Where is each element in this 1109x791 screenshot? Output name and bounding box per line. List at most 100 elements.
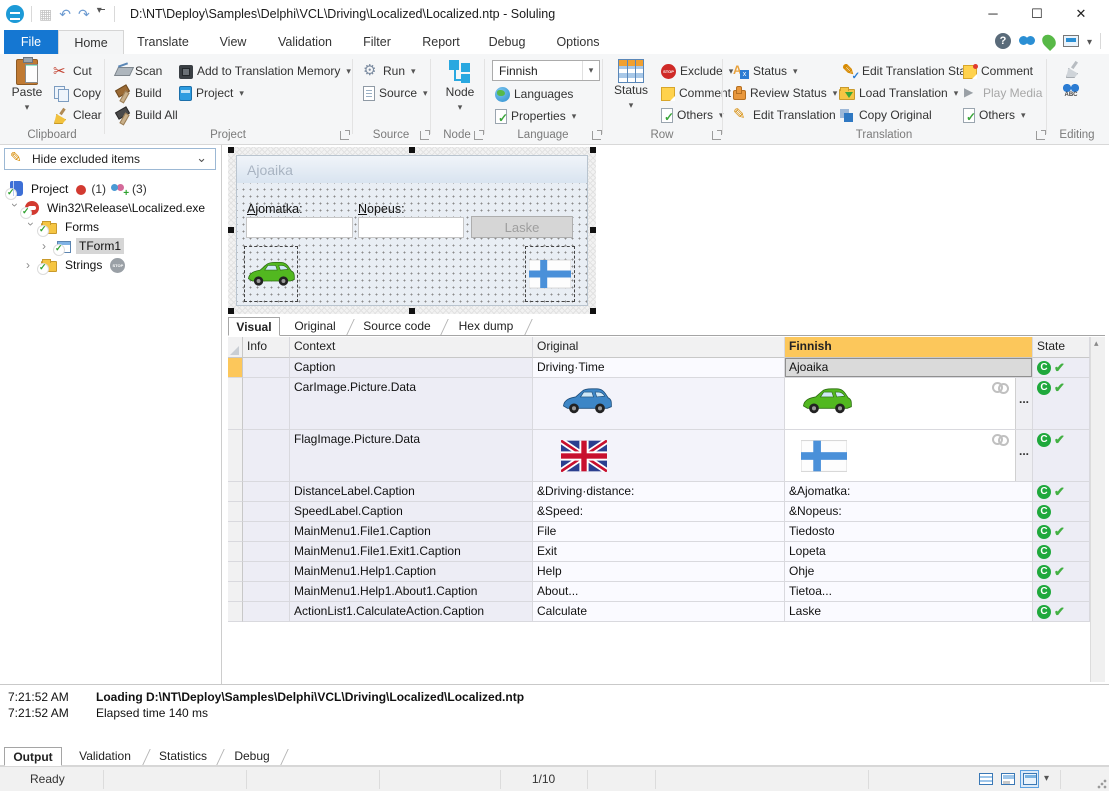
cell-original[interactable]: &Driving·distance:	[533, 482, 785, 502]
close-button[interactable]: ✕	[1059, 0, 1103, 28]
tab-home[interactable]: Home	[58, 30, 124, 54]
cell-original[interactable]: File	[533, 522, 785, 542]
column-header-original[interactable]: Original	[533, 337, 785, 358]
grid-view-button[interactable]	[976, 770, 995, 788]
table-row[interactable]: SpeedLabel.Caption &Speed: &Nopeus: C	[228, 502, 1090, 522]
cell-state[interactable]: C ✔	[1033, 562, 1090, 582]
tab-translate[interactable]: Translate	[124, 30, 202, 54]
tab-debug[interactable]: Debug	[474, 30, 540, 54]
build-button[interactable]: Build	[112, 83, 165, 103]
copy-button[interactable]: Copy	[50, 83, 104, 103]
cell-state[interactable]: C ✔	[1033, 358, 1090, 378]
tab-source-code[interactable]: Source code	[354, 317, 440, 336]
cell-info[interactable]	[243, 482, 290, 502]
minimize-button[interactable]: ─	[971, 0, 1015, 28]
tab-original[interactable]: Original	[284, 317, 346, 336]
table-row[interactable]: CarImage.Picture.Data ... C ✔	[228, 378, 1090, 430]
build-all-button[interactable]: Build All	[112, 105, 181, 125]
help-icon[interactable]: ?	[994, 33, 1011, 49]
row-indicator[interactable]	[228, 482, 243, 502]
edit-translation-button[interactable]: Edit Translation	[730, 105, 839, 125]
tab-hex-dump[interactable]: Hex dump	[448, 317, 524, 336]
tab-debug[interactable]: Debug	[224, 747, 280, 766]
customize-quick-access-icon[interactable]	[97, 5, 107, 19]
car-image-preview[interactable]	[244, 246, 298, 302]
chevron-expanded-icon[interactable]: ›	[24, 222, 38, 232]
resize-handle[interactable]	[228, 227, 234, 233]
cell-state[interactable]: C	[1033, 582, 1090, 602]
maximize-button[interactable]: ☐	[1015, 0, 1059, 28]
cut-button[interactable]: Cut	[50, 61, 95, 81]
cell-info[interactable]	[243, 358, 290, 378]
tree-item-forms[interactable]: › Forms	[24, 217, 102, 236]
tree-item-strings[interactable]: › Strings	[26, 255, 126, 274]
grid-corner[interactable]	[228, 337, 243, 358]
review-status-button[interactable]: Review Status	[730, 83, 840, 103]
tab-file[interactable]: File	[4, 30, 58, 54]
tab-options[interactable]: Options	[540, 30, 616, 54]
cell-state[interactable]: C ✔	[1033, 378, 1090, 430]
dialog-launcher-icon[interactable]	[474, 130, 484, 140]
clear-button[interactable]: Clear	[50, 105, 105, 125]
row-indicator[interactable]	[228, 522, 243, 542]
cell-translation[interactable]: Ajoaika	[785, 358, 1033, 378]
row-status-button[interactable]: Status	[608, 59, 654, 111]
cell-original[interactable]: About...	[533, 582, 785, 602]
language-select[interactable]: Finnish	[492, 60, 600, 81]
translation-others-button[interactable]: Others	[960, 105, 1029, 125]
row-indicator[interactable]	[228, 582, 243, 602]
tab-validation[interactable]: Validation	[68, 747, 142, 766]
table-row[interactable]: MainMenu1.Help1.Caption Help Ohje C ✔	[228, 562, 1090, 582]
save-icon[interactable]: ▦	[39, 6, 52, 22]
row-indicator[interactable]	[228, 602, 243, 622]
source-button[interactable]: Source	[360, 83, 431, 103]
node-button[interactable]: Node	[438, 59, 482, 113]
cell-context[interactable]: DistanceLabel.Caption	[290, 482, 533, 502]
cell-context[interactable]: Caption	[290, 358, 533, 378]
cell-original[interactable]: Help	[533, 562, 785, 582]
dialog-launcher-icon[interactable]	[712, 130, 722, 140]
tab-statistics[interactable]: Statistics	[150, 747, 216, 766]
cell-translation-image[interactable]: ...	[785, 378, 1033, 430]
form-view-button[interactable]	[1020, 770, 1039, 788]
cell-context[interactable]: MainMenu1.File1.Caption	[290, 522, 533, 542]
resize-handle[interactable]	[590, 227, 596, 233]
card-view-button[interactable]	[998, 770, 1017, 788]
chevron-down-icon[interactable]	[1087, 34, 1092, 48]
cell-info[interactable]	[243, 430, 290, 482]
row-indicator[interactable]	[228, 502, 243, 522]
cell-context[interactable]: ActionList1.CalculateAction.Caption	[290, 602, 533, 622]
cell-info[interactable]	[243, 602, 290, 622]
clear-translations-button[interactable]	[1062, 59, 1084, 79]
edit-translation-state-button[interactable]: Edit Translation State	[836, 61, 979, 82]
location-pin-icon[interactable]	[1039, 31, 1059, 51]
cell-state[interactable]: C ✔	[1033, 482, 1090, 502]
tab-report[interactable]: Report	[408, 30, 474, 54]
spell-check-button[interactable]	[1058, 83, 1084, 103]
cell-translation[interactable]: &Nopeus:	[785, 502, 1033, 522]
table-row[interactable]: ActionList1.CalculateAction.Caption Calc…	[228, 602, 1090, 622]
cell-original-image[interactable]	[533, 430, 785, 482]
table-row[interactable]: DistanceLabel.Caption &Driving·distance:…	[228, 482, 1090, 502]
project-button[interactable]: Project	[176, 83, 247, 103]
load-translation-button[interactable]: Load Translation	[836, 83, 961, 103]
cell-context[interactable]: FlagImage.Picture.Data	[290, 430, 533, 482]
cell-info[interactable]	[243, 502, 290, 522]
cell-original[interactable]: Exit	[533, 542, 785, 562]
cell-translation[interactable]: Laske	[785, 602, 1033, 622]
column-header-state[interactable]: State	[1033, 337, 1090, 358]
translation-comment-button[interactable]: Comment	[960, 61, 1036, 81]
undo-icon[interactable]: ↶	[59, 6, 71, 22]
cell-original-image[interactable]	[533, 378, 785, 430]
copy-original-button[interactable]: Copy Original	[836, 105, 935, 125]
resize-handle[interactable]	[590, 147, 596, 153]
distance-input[interactable]	[246, 217, 353, 238]
app-menu-icon[interactable]	[6, 5, 24, 23]
cell-info[interactable]	[243, 582, 290, 602]
cell-translation[interactable]: &Ajomatka:	[785, 482, 1033, 502]
cell-original[interactable]: Driving·Time	[533, 358, 785, 378]
dialog-launcher-icon[interactable]	[592, 130, 602, 140]
cell-context[interactable]: SpeedLabel.Caption	[290, 502, 533, 522]
row-indicator[interactable]	[228, 358, 243, 378]
cell-translation[interactable]: Lopeta	[785, 542, 1033, 562]
